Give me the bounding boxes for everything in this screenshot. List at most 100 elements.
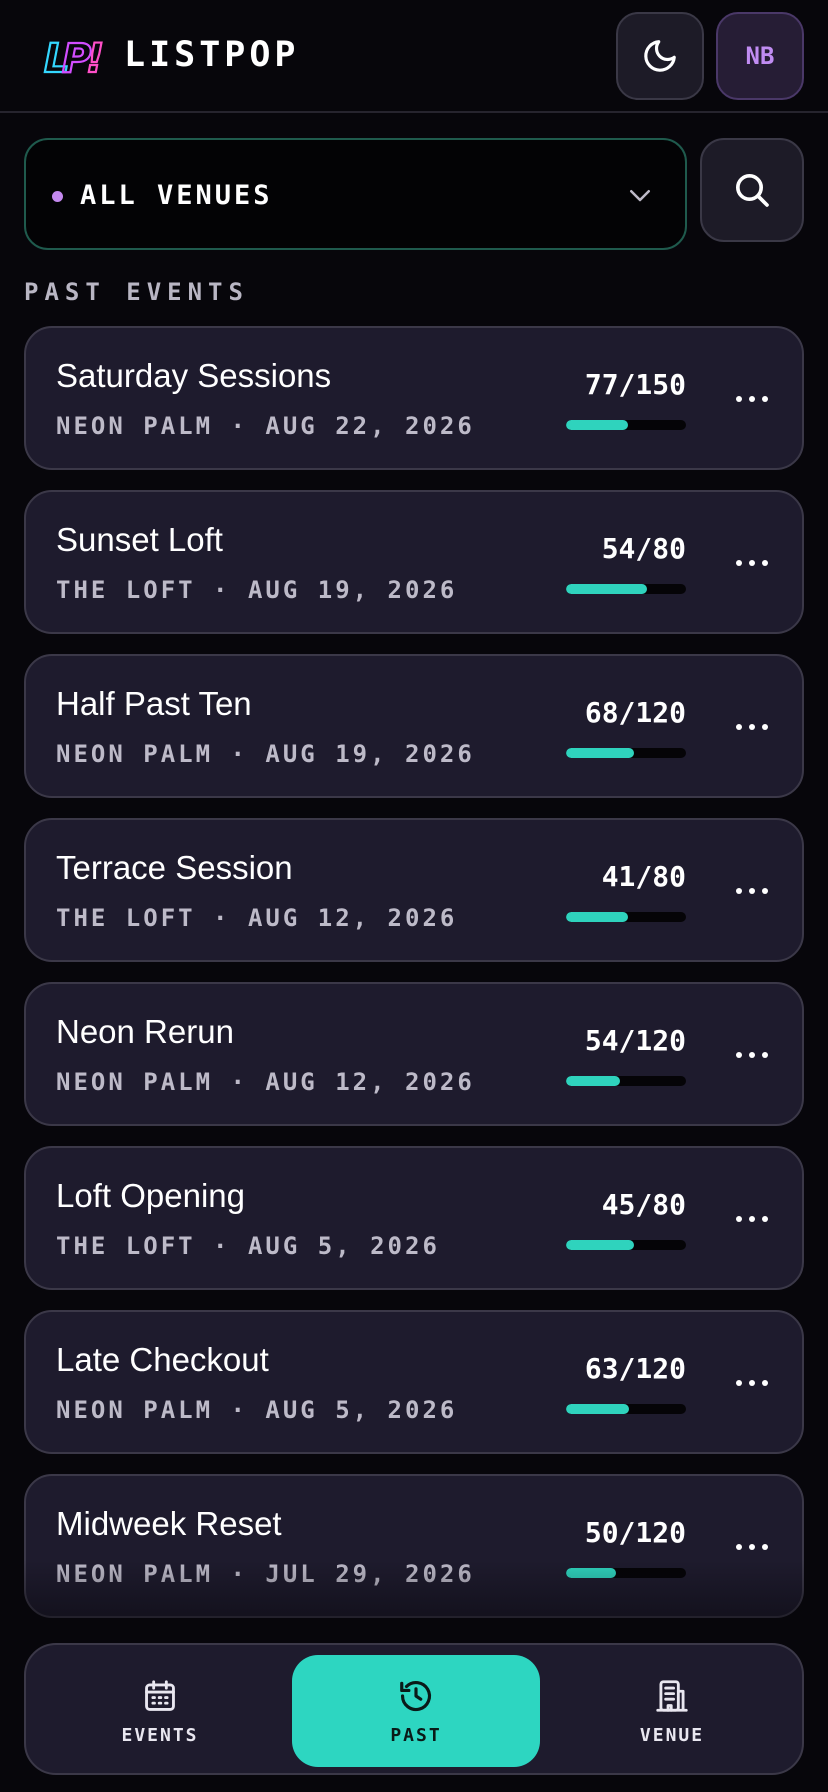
- event-date: AUG 5, 2026: [247, 1232, 440, 1260]
- more-dot-icon: [736, 888, 742, 894]
- more-dot-icon: [749, 888, 755, 894]
- event-attendance-bar-fill: [566, 1076, 620, 1086]
- event-name: Sunset Loft: [56, 521, 223, 558]
- event-venue: THE LOFT: [56, 1232, 196, 1260]
- history-icon: [400, 1680, 432, 1711]
- more-options-button[interactable]: [732, 1204, 772, 1234]
- event-venue: NEON PALM: [56, 1068, 214, 1096]
- more-dot-icon: [762, 560, 768, 566]
- event-date: AUG 12, 2026: [265, 1068, 475, 1096]
- event-card[interactable]: Neon Rerun NEON PALM · AUG 12, 2026 54/1…: [24, 982, 804, 1126]
- event-card[interactable]: Half Past Ten NEON PALM · AUG 19, 2026 6…: [24, 654, 804, 798]
- more-options-button[interactable]: [732, 384, 772, 414]
- app-header: L P ! LISTPOP NB: [0, 0, 828, 113]
- theme-toggle-button[interactable]: [616, 12, 704, 100]
- more-dot-icon: [749, 1052, 755, 1058]
- event-attendance-count: 63/120: [584, 1352, 686, 1385]
- event-name: Saturday Sessions: [56, 357, 332, 394]
- moon-icon: [644, 40, 676, 72]
- nav-item-venue[interactable]: VENUE: [548, 1655, 796, 1767]
- event-date: AUG 22, 2026: [265, 412, 475, 440]
- event-attendance-count: 54/120: [584, 1024, 686, 1057]
- bottom-navigation: EVENTS PAST VENUE: [24, 1643, 804, 1775]
- venue-select-label: ALL VENUES: [80, 180, 273, 211]
- more-options-button[interactable]: [732, 1532, 772, 1562]
- more-dot-icon: [736, 1380, 742, 1386]
- event-name: Neon Rerun: [56, 1013, 234, 1050]
- event-attendance-bar: [566, 1240, 686, 1250]
- event-attendance-bar: [566, 1076, 686, 1086]
- venue-select[interactable]: ALL VENUES: [24, 138, 687, 250]
- event-meta: NEON PALM · AUG 19, 2026: [56, 740, 475, 768]
- more-dot-icon: [749, 1216, 755, 1222]
- more-dot-icon: [736, 1216, 742, 1222]
- more-dot-icon: [736, 1052, 742, 1058]
- event-name: Midweek Reset: [56, 1505, 282, 1542]
- chevron-down-icon: [630, 190, 650, 202]
- more-options-button[interactable]: [732, 1040, 772, 1070]
- event-attendance-bar: [566, 912, 686, 922]
- listpop-logo: L P !: [42, 30, 105, 83]
- event-name: Terrace Session: [56, 849, 293, 886]
- more-options-button[interactable]: [732, 1368, 772, 1398]
- more-dot-icon: [749, 560, 755, 566]
- event-attendance-bar-fill: [566, 1404, 629, 1414]
- event-venue: THE LOFT: [56, 904, 196, 932]
- event-attendance-count: 68/120: [584, 696, 686, 729]
- event-attendance-count: 77/150: [584, 368, 686, 401]
- more-dot-icon: [762, 396, 768, 402]
- event-name: Half Past Ten: [56, 685, 252, 722]
- event-attendance-count: 45/80: [601, 1188, 686, 1221]
- more-dot-icon: [762, 1216, 768, 1222]
- event-meta: THE LOFT · AUG 12, 2026: [56, 904, 458, 932]
- event-card[interactable]: Loft Opening THE LOFT · AUG 5, 2026 45/8…: [24, 1146, 804, 1290]
- more-dot-icon: [736, 1544, 742, 1550]
- event-attendance-bar-fill: [566, 912, 628, 922]
- search-button[interactable]: [700, 138, 804, 242]
- event-venue: NEON PALM: [56, 1396, 214, 1424]
- more-dot-icon: [736, 396, 742, 402]
- event-name: Loft Opening: [56, 1177, 245, 1214]
- event-card[interactable]: Terrace Session THE LOFT · AUG 12, 2026 …: [24, 818, 804, 962]
- nav-label-past: PAST: [390, 1724, 442, 1746]
- more-dot-icon: [749, 1544, 755, 1550]
- more-options-button[interactable]: [732, 548, 772, 578]
- event-date: AUG 5, 2026: [265, 1396, 458, 1424]
- event-meta: THE LOFT · AUG 19, 2026: [56, 576, 458, 604]
- more-options-button[interactable]: [732, 876, 772, 906]
- nav-item-events[interactable]: EVENTS: [36, 1655, 284, 1767]
- event-date: AUG 19, 2026: [265, 740, 475, 768]
- event-card[interactable]: Sunset Loft THE LOFT · AUG 19, 2026 54/8…: [24, 490, 804, 634]
- event-attendance-count: 50/120: [584, 1516, 686, 1549]
- event-venue: NEON PALM: [56, 740, 214, 768]
- more-dot-icon: [762, 888, 768, 894]
- event-attendance-bar-fill: [566, 420, 628, 430]
- more-dot-icon: [749, 724, 755, 730]
- event-attendance-count: 41/80: [601, 860, 686, 893]
- more-dot-icon: [749, 396, 755, 402]
- svg-text:!: !: [86, 36, 104, 82]
- more-dot-icon: [762, 724, 768, 730]
- event-meta: THE LOFT · AUG 5, 2026: [56, 1232, 440, 1260]
- event-attendance-bar: [566, 420, 686, 430]
- event-attendance-bar-fill: [566, 748, 635, 758]
- event-venue: NEON PALM: [56, 412, 214, 440]
- event-list: Saturday Sessions NEON PALM · AUG 22, 20…: [24, 326, 804, 1638]
- user-avatar[interactable]: NB: [716, 12, 804, 100]
- event-date: AUG 12, 2026: [247, 904, 458, 932]
- nav-label-venue: VENUE: [639, 1724, 705, 1746]
- event-card[interactable]: Late Checkout NEON PALM · AUG 5, 2026 63…: [24, 1310, 804, 1454]
- more-dot-icon: [749, 1380, 755, 1386]
- event-card[interactable]: Saturday Sessions NEON PALM · AUG 22, 20…: [24, 326, 804, 470]
- more-dot-icon: [736, 560, 742, 566]
- event-attendance-bar: [566, 584, 686, 594]
- venue-status-dot: [52, 191, 63, 202]
- event-meta: NEON PALM · AUG 22, 2026: [56, 412, 475, 440]
- more-dot-icon: [762, 1052, 768, 1058]
- event-name: Late Checkout: [56, 1341, 269, 1378]
- app-title: LISTPOP: [124, 35, 300, 75]
- event-attendance-count: 54/80: [601, 532, 686, 565]
- event-attendance-bar-fill: [566, 584, 647, 594]
- nav-item-past[interactable]: PAST: [292, 1655, 540, 1767]
- more-options-button[interactable]: [732, 712, 772, 742]
